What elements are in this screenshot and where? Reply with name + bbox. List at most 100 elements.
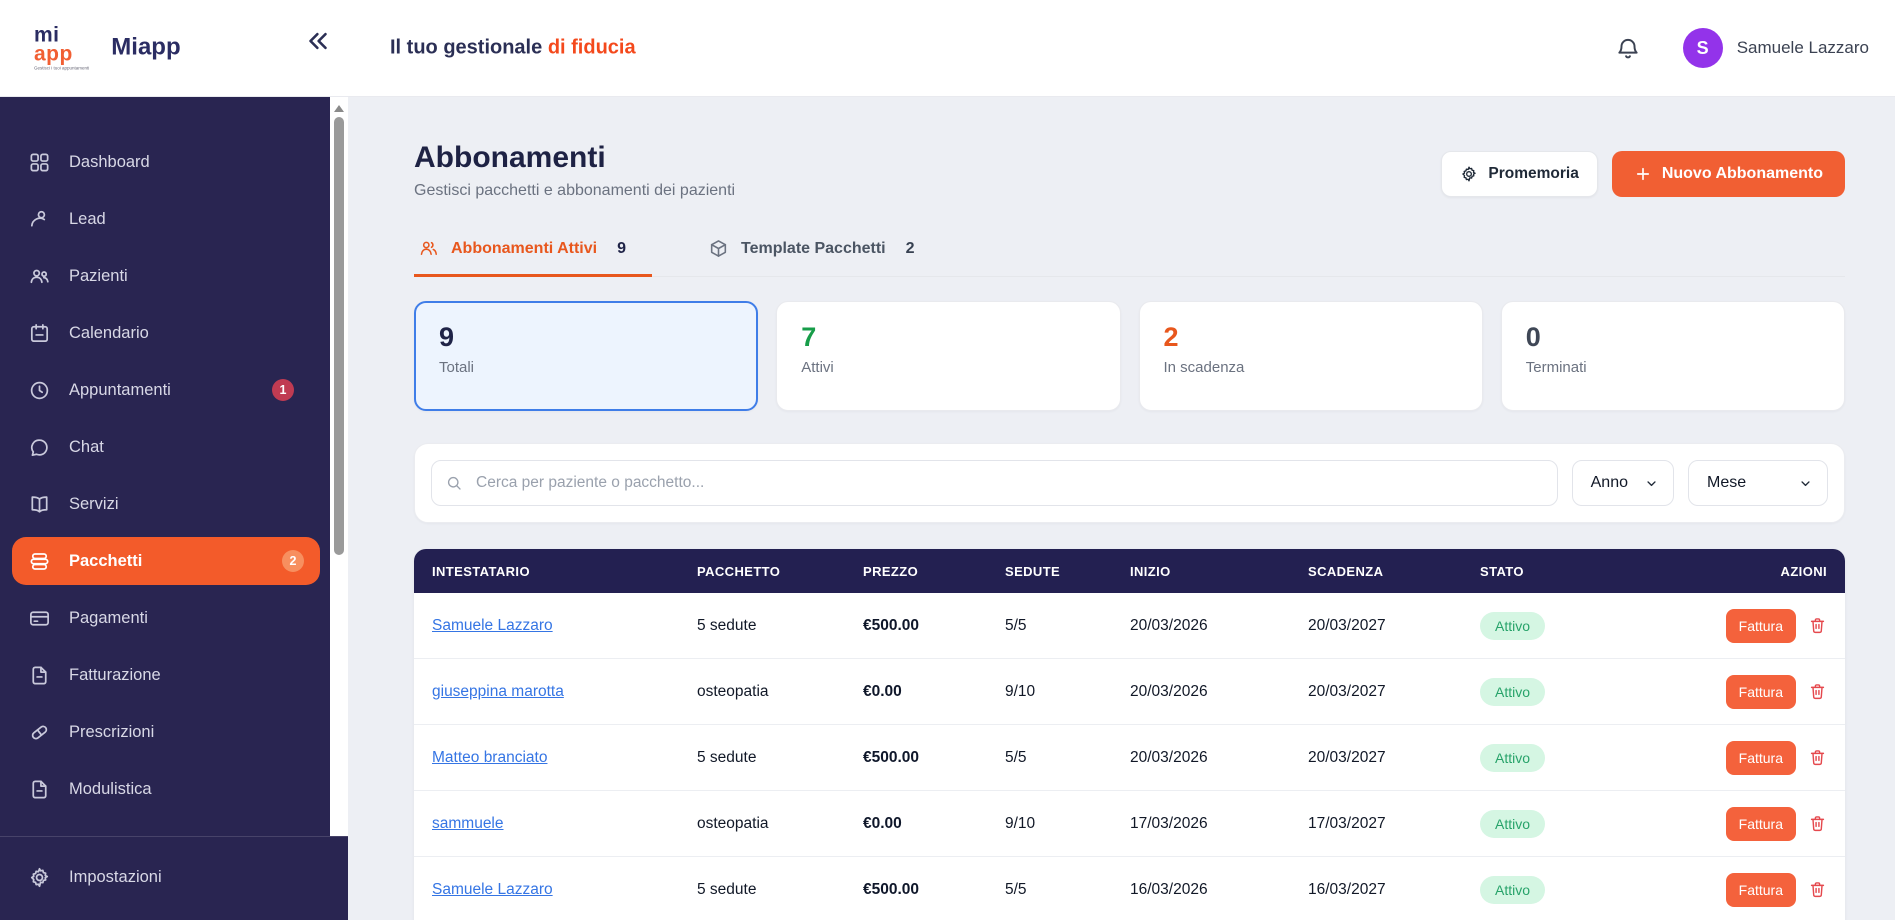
cell-scadenza: 16/03/2027 xyxy=(1308,880,1386,898)
sidebar-item-servizi[interactable]: Servizi xyxy=(0,480,320,528)
status-badge: Attivo xyxy=(1480,611,1546,640)
search-icon xyxy=(445,474,463,492)
users-icon xyxy=(418,238,439,259)
cell-pacchetto: osteopatia xyxy=(697,814,769,832)
tab-abbonamenti-attivi[interactable]: Abbonamenti Attivi 9 xyxy=(414,232,652,277)
page-head: Abbonamenti Gestisci pacchetti e abbonam… xyxy=(414,141,1845,200)
sidebar-item-calendario[interactable]: Calendario xyxy=(0,309,320,357)
trash-icon xyxy=(1808,682,1827,701)
delete-button[interactable] xyxy=(1808,814,1827,833)
stat-card-terminati[interactable]: 0 Terminati xyxy=(1500,301,1845,411)
stat-card-attivi[interactable]: 7 Attivi xyxy=(776,301,1121,411)
chevrons-left-icon xyxy=(303,26,333,56)
nuovo-abbonamento-button[interactable]: Nuovo Abbonamento xyxy=(1611,151,1845,197)
status-badge: Attivo xyxy=(1480,743,1546,772)
tab-label: Template Pacchetti xyxy=(740,239,886,257)
patient-link[interactable]: Samuele Lazzaro xyxy=(432,617,553,634)
patient-link[interactable]: giuseppina marotta xyxy=(432,683,564,700)
fattura-button[interactable]: Fattura xyxy=(1725,806,1796,841)
delete-button[interactable] xyxy=(1808,880,1827,899)
tab-count: 2 xyxy=(905,239,915,257)
year-select[interactable]: Anno xyxy=(1571,460,1674,506)
column-header-scadenza: SCADENZA xyxy=(1308,563,1384,579)
cell-sedute: 5/5 xyxy=(1005,616,1027,634)
sidebar-item-appuntamenti[interactable]: Appuntamenti 1 xyxy=(0,366,320,414)
table-row: giuseppina marotta osteopatia €0.00 9/10 20/… xyxy=(414,659,1845,725)
sidebar-item-modulistica[interactable]: Modulistica xyxy=(0,765,320,813)
bell-icon xyxy=(1615,35,1641,61)
sidebar-item-fatturazione[interactable]: Fatturazione xyxy=(0,651,320,699)
delete-button[interactable] xyxy=(1808,616,1827,635)
page-head-left: Abbonamenti Gestisci pacchetti e abbonam… xyxy=(414,141,735,200)
scrollbar-thumb[interactable] xyxy=(334,117,344,555)
delete-button[interactable] xyxy=(1808,748,1827,767)
sidebar-item-chat[interactable]: Chat xyxy=(0,423,320,471)
page-title: Abbonamenti xyxy=(414,141,606,174)
user-name: Samuele Lazzaro xyxy=(1736,38,1869,57)
month-select[interactable]: Mese xyxy=(1688,460,1828,506)
sidebar-item-impostazioni[interactable]: Impostazioni xyxy=(0,853,348,901)
status-badge: Attivo xyxy=(1480,809,1546,838)
fattura-button[interactable]: Fattura xyxy=(1725,674,1796,709)
page-subtitle: Gestisci pacchetti e abbonamenti dei paz… xyxy=(414,182,736,199)
stat-value: 2 xyxy=(1163,322,1179,352)
cell-sedute: 5/5 xyxy=(1005,880,1027,898)
stat-label: Totali xyxy=(439,359,475,376)
stat-value: 0 xyxy=(1525,322,1541,352)
stat-card-totali[interactable]: 9 Totali xyxy=(414,301,759,411)
patient-link[interactable]: sammuele xyxy=(432,815,504,832)
cell-prezzo: €500.00 xyxy=(863,748,920,766)
plus-icon xyxy=(1634,165,1652,183)
sidebar-item-label: Fatturazione xyxy=(69,665,161,684)
layers-icon xyxy=(28,550,51,573)
fattura-button[interactable]: Fattura xyxy=(1725,740,1796,775)
sidebar-item-label: Chat xyxy=(69,437,104,456)
fattura-button[interactable]: Fattura xyxy=(1725,608,1796,643)
sidebar-item-label: Pacchetti xyxy=(69,551,143,570)
table-row: Samuele Lazzaro 5 sedute €500.00 5/5 16/03/2… xyxy=(414,857,1845,920)
sidebar-collapse-button[interactable] xyxy=(303,26,333,56)
main-content: Abbonamenti Gestisci pacchetti e abbonam… xyxy=(348,97,1895,920)
stats-row: 9 Totali 7 Attivi 2 In scadenza 0 Terminati xyxy=(414,301,1845,411)
sidebar-item-dashboard[interactable]: Dashboard xyxy=(0,138,320,186)
nuovo-abbonamento-label: Nuovo Abbonamento xyxy=(1661,165,1823,182)
cell-scadenza: 20/03/2027 xyxy=(1308,748,1386,766)
app-name: Miapp xyxy=(111,34,181,61)
sidebar-scrollbar[interactable] xyxy=(330,97,348,836)
tagline-main: Il tuo gestionale xyxy=(390,36,543,59)
patient-link[interactable]: Samuele Lazzaro xyxy=(432,881,553,898)
delete-button[interactable] xyxy=(1808,682,1827,701)
sidebar-item-pacchetti[interactable]: Pacchetti 2 xyxy=(12,537,320,585)
scrollbar-up-arrow[interactable] xyxy=(334,105,344,112)
sidebar-item-pazienti[interactable]: Pazienti xyxy=(0,252,320,300)
sidebar-item-label: Impostazioni xyxy=(69,867,162,886)
cell-pacchetto: 5 sedute xyxy=(697,616,757,634)
cell-prezzo: €0.00 xyxy=(863,814,902,832)
promemoria-button[interactable]: Promemoria xyxy=(1441,151,1598,197)
sidebar-item-label: Dashboard xyxy=(69,152,150,171)
tab-template-pacchetti[interactable]: Template Pacchetti 2 xyxy=(704,232,941,277)
stat-value: 7 xyxy=(801,322,817,352)
sidebar-item-prescrizioni[interactable]: Prescrizioni xyxy=(0,708,320,756)
app-logo: mi app Gestisci i tuoi appuntamenti Miap… xyxy=(34,24,181,71)
pill-icon xyxy=(28,721,51,744)
cell-inizio: 20/03/2026 xyxy=(1130,682,1208,700)
notifications-button[interactable] xyxy=(1615,35,1641,61)
month-select-label: Mese xyxy=(1707,474,1747,491)
sidebar-item-label: Appuntamenti xyxy=(69,380,171,399)
patient-link[interactable]: Matteo branciato xyxy=(432,749,547,766)
fattura-button[interactable]: Fattura xyxy=(1725,872,1796,907)
stat-label: In scadenza xyxy=(1163,359,1245,376)
table-row: sammuele osteopatia €0.00 9/10 17/03/2026 17/… xyxy=(414,791,1845,857)
trash-icon xyxy=(1808,616,1827,635)
sidebar-item-pagamenti[interactable]: Pagamenti xyxy=(0,594,320,642)
sidebar-item-lead[interactable]: Lead xyxy=(0,195,320,243)
search-input[interactable] xyxy=(431,460,1558,506)
avatar[interactable]: S xyxy=(1682,28,1723,68)
stat-card-in-scadenza[interactable]: 2 In scadenza xyxy=(1138,301,1483,411)
gear-icon xyxy=(1460,165,1478,183)
column-header-intestatario: INTESTATARIO xyxy=(432,563,530,579)
cell-scadenza: 20/03/2027 xyxy=(1308,682,1386,700)
cell-prezzo: €0.00 xyxy=(863,682,902,700)
table-header: INTESTATARIO PACCHETTO PREZZO SEDUTE INIZIO S… xyxy=(414,549,1845,593)
